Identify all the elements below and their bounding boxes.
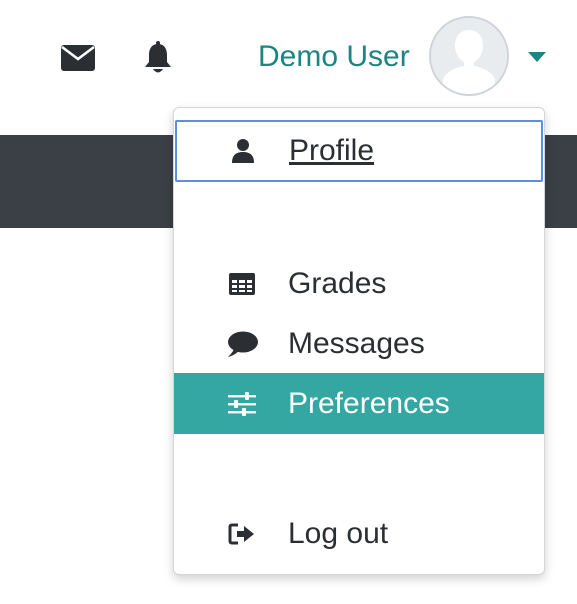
menu-item-logout[interactable]: Log out xyxy=(174,504,544,564)
envelope-icon xyxy=(61,45,95,71)
user-name: Demo User xyxy=(258,40,410,73)
menu-item-preferences[interactable]: Preferences xyxy=(174,373,544,434)
sign-out-icon xyxy=(226,518,258,550)
speech-bubble-icon xyxy=(226,328,258,360)
menu-item-label: Profile xyxy=(289,134,375,167)
table-icon xyxy=(226,268,258,300)
default-avatar-icon xyxy=(429,16,509,96)
user-menu-toggle[interactable]: Demo User xyxy=(250,14,560,100)
user-icon xyxy=(227,135,259,167)
caret-down-icon xyxy=(528,52,546,62)
user-menu-dropdown: Profile Grades Messages Preferences Log … xyxy=(173,107,545,575)
menu-item-messages[interactable]: Messages xyxy=(174,314,544,374)
messages-toggle-button[interactable] xyxy=(58,38,98,78)
sliders-icon xyxy=(226,388,258,420)
notifications-toggle-button[interactable] xyxy=(138,36,178,80)
menu-item-label: Log out xyxy=(288,517,389,550)
page: Demo User Profile Grades Messages Prefer… xyxy=(0,0,577,604)
menu-item-label: Grades xyxy=(288,267,387,300)
menu-item-label: Messages xyxy=(288,327,425,360)
menu-item-grades[interactable]: Grades xyxy=(174,254,544,314)
bell-icon xyxy=(145,41,171,73)
menu-item-profile[interactable]: Profile xyxy=(175,120,543,182)
menu-item-label: Preferences xyxy=(288,386,450,420)
